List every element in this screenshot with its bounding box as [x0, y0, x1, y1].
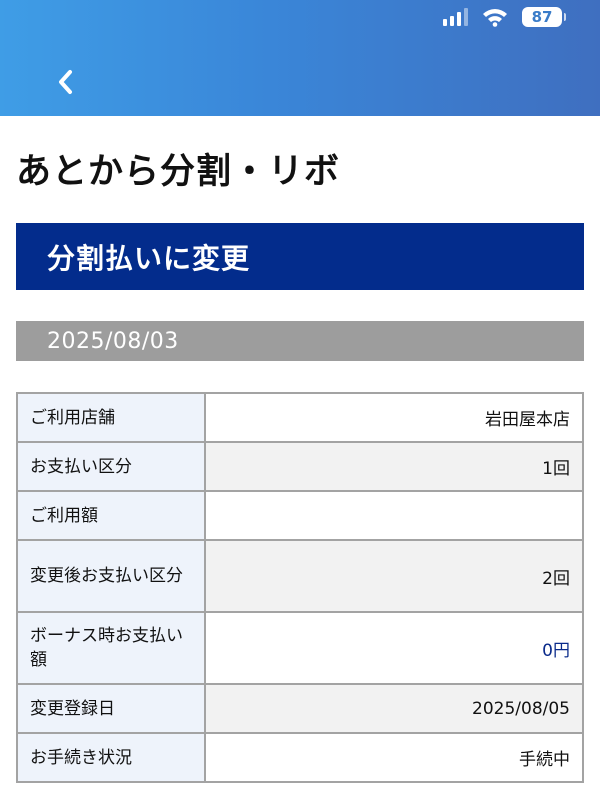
- row-label: ご利用店舗: [16, 392, 206, 443]
- usage-date-bar: 2025/08/03: [16, 321, 584, 361]
- row-value: 2025/08/05: [204, 683, 584, 734]
- usage-date: 2025/08/03: [47, 328, 179, 354]
- wifi-icon: [483, 9, 507, 27]
- battery-icon: 87: [522, 7, 566, 27]
- row-label: お支払い区分: [16, 441, 206, 492]
- table-row: お手続き状況 手続中: [16, 732, 584, 783]
- back-button[interactable]: [44, 58, 88, 106]
- section-header-label: 分割払いに変更: [47, 241, 251, 275]
- section-header: 分割払いに変更: [16, 223, 584, 290]
- table-row: ボーナス時お支払い額 0円: [16, 611, 584, 685]
- detail-table: ご利用店舗 岩田屋本店 お支払い区分 1回 ご利用額 変更後お支払い区分 2回 …: [16, 392, 584, 783]
- table-row: ご利用店舗 岩田屋本店: [16, 392, 584, 443]
- row-label: 変更登録日: [16, 683, 206, 734]
- navigation-header: 87: [0, 0, 600, 116]
- row-value: 2回: [204, 539, 584, 613]
- row-value: [204, 490, 584, 541]
- cellular-signal-icon: [443, 8, 468, 26]
- table-row: お支払い区分 1回: [16, 441, 584, 492]
- row-value: 0円: [204, 611, 584, 685]
- chevron-left-icon: [59, 70, 72, 94]
- row-value: 手続中: [204, 732, 584, 783]
- table-row: 変更登録日 2025/08/05: [16, 683, 584, 734]
- table-row: 変更後お支払い区分 2回: [16, 539, 584, 613]
- row-value: 1回: [204, 441, 584, 492]
- table-row: ご利用額: [16, 490, 584, 541]
- row-value: 岩田屋本店: [204, 392, 584, 443]
- row-label: ボーナス時お支払い額: [16, 611, 206, 685]
- row-label: 変更後お支払い区分: [16, 539, 206, 613]
- row-label: お手続き状況: [16, 732, 206, 783]
- page-title: あとから分割・リボ: [16, 152, 341, 192]
- battery-level: 87: [531, 7, 553, 26]
- status-bar: 87: [443, 6, 566, 28]
- row-label: ご利用額: [16, 490, 206, 541]
